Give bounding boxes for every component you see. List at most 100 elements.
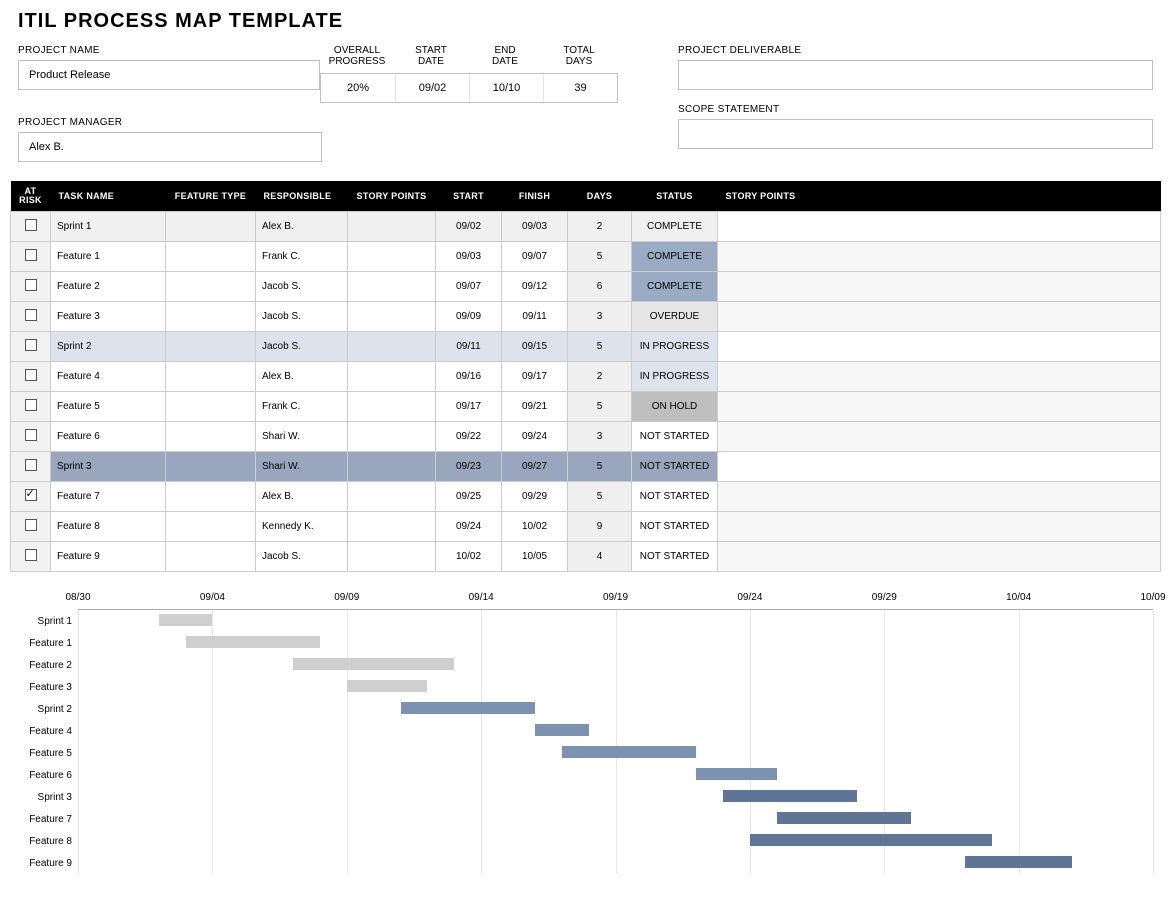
responsible-cell[interactable]: Alex B.: [256, 212, 348, 242]
responsible-cell[interactable]: Alex B.: [256, 362, 348, 392]
responsible-cell[interactable]: Shari W.: [256, 452, 348, 482]
at-risk-cell[interactable]: [11, 452, 51, 482]
responsible-cell[interactable]: Shari W.: [256, 422, 348, 452]
feature-type-cell[interactable]: [166, 422, 256, 452]
responsible-cell[interactable]: Frank C.: [256, 392, 348, 422]
feature-type-cell[interactable]: [166, 302, 256, 332]
responsible-cell[interactable]: Kennedy K.: [256, 512, 348, 542]
story-points-cell[interactable]: [348, 332, 436, 362]
task-name-cell[interactable]: Sprint 1: [51, 212, 166, 242]
story-points-2-cell[interactable]: [718, 542, 1161, 572]
story-points-cell[interactable]: [348, 392, 436, 422]
status-cell[interactable]: OVERDUE: [632, 302, 718, 332]
task-name-cell[interactable]: Feature 4: [51, 362, 166, 392]
responsible-cell[interactable]: Jacob S.: [256, 272, 348, 302]
project-manager-input[interactable]: Alex B.: [18, 132, 322, 162]
responsible-cell[interactable]: Jacob S.: [256, 302, 348, 332]
status-cell[interactable]: IN PROGRESS: [632, 332, 718, 362]
finish-cell[interactable]: 09/07: [502, 242, 568, 272]
story-points-cell[interactable]: [348, 542, 436, 572]
finish-cell[interactable]: 09/29: [502, 482, 568, 512]
task-name-cell[interactable]: Feature 3: [51, 302, 166, 332]
task-name-cell[interactable]: Feature 1: [51, 242, 166, 272]
story-points-2-cell[interactable]: [718, 242, 1161, 272]
start-cell[interactable]: 09/09: [436, 302, 502, 332]
at-risk-cell[interactable]: [11, 272, 51, 302]
story-points-cell[interactable]: [348, 362, 436, 392]
story-points-cell[interactable]: [348, 452, 436, 482]
status-cell[interactable]: NOT STARTED: [632, 422, 718, 452]
responsible-cell[interactable]: Alex B.: [256, 482, 348, 512]
responsible-cell[interactable]: Jacob S.: [256, 542, 348, 572]
start-cell[interactable]: 09/16: [436, 362, 502, 392]
story-points-cell[interactable]: [348, 212, 436, 242]
status-cell[interactable]: NOT STARTED: [632, 482, 718, 512]
at-risk-cell[interactable]: [11, 542, 51, 572]
feature-type-cell[interactable]: [166, 512, 256, 542]
story-points-2-cell[interactable]: [718, 392, 1161, 422]
story-points-2-cell[interactable]: [718, 512, 1161, 542]
at-risk-cell[interactable]: [11, 512, 51, 542]
task-name-cell[interactable]: Feature 7: [51, 482, 166, 512]
story-points-2-cell[interactable]: [718, 302, 1161, 332]
status-cell[interactable]: NOT STARTED: [632, 452, 718, 482]
finish-cell[interactable]: 09/17: [502, 362, 568, 392]
finish-cell[interactable]: 09/03: [502, 212, 568, 242]
finish-cell[interactable]: 09/12: [502, 272, 568, 302]
story-points-cell[interactable]: [348, 242, 436, 272]
task-name-cell[interactable]: Feature 8: [51, 512, 166, 542]
project-name-input[interactable]: Product Release: [18, 60, 320, 90]
story-points-2-cell[interactable]: [718, 272, 1161, 302]
feature-type-cell[interactable]: [166, 542, 256, 572]
start-cell[interactable]: 09/23: [436, 452, 502, 482]
at-risk-cell[interactable]: [11, 362, 51, 392]
feature-type-cell[interactable]: [166, 212, 256, 242]
at-risk-cell[interactable]: [11, 392, 51, 422]
status-cell[interactable]: ON HOLD: [632, 392, 718, 422]
feature-type-cell[interactable]: [166, 242, 256, 272]
feature-type-cell[interactable]: [166, 392, 256, 422]
feature-type-cell[interactable]: [166, 272, 256, 302]
start-cell[interactable]: 10/02: [436, 542, 502, 572]
finish-cell[interactable]: 09/21: [502, 392, 568, 422]
start-cell[interactable]: 09/25: [436, 482, 502, 512]
at-risk-cell[interactable]: [11, 212, 51, 242]
status-cell[interactable]: NOT STARTED: [632, 542, 718, 572]
story-points-2-cell[interactable]: [718, 482, 1161, 512]
at-risk-cell[interactable]: [11, 302, 51, 332]
story-points-cell[interactable]: [348, 512, 436, 542]
feature-type-cell[interactable]: [166, 332, 256, 362]
task-name-cell[interactable]: Sprint 3: [51, 452, 166, 482]
story-points-cell[interactable]: [348, 302, 436, 332]
story-points-cell[interactable]: [348, 272, 436, 302]
responsible-cell[interactable]: Frank C.: [256, 242, 348, 272]
start-cell[interactable]: 09/17: [436, 392, 502, 422]
feature-type-cell[interactable]: [166, 482, 256, 512]
task-name-cell[interactable]: Feature 5: [51, 392, 166, 422]
task-name-cell[interactable]: Sprint 2: [51, 332, 166, 362]
scope-statement-input[interactable]: [678, 119, 1153, 149]
at-risk-cell[interactable]: [11, 332, 51, 362]
story-points-2-cell[interactable]: [718, 212, 1161, 242]
at-risk-cell[interactable]: [11, 242, 51, 272]
story-points-2-cell[interactable]: [718, 332, 1161, 362]
status-cell[interactable]: COMPLETE: [632, 212, 718, 242]
start-cell[interactable]: 09/02: [436, 212, 502, 242]
start-cell[interactable]: 09/22: [436, 422, 502, 452]
task-name-cell[interactable]: Feature 9: [51, 542, 166, 572]
finish-cell[interactable]: 10/05: [502, 542, 568, 572]
task-name-cell[interactable]: Feature 2: [51, 272, 166, 302]
story-points-cell[interactable]: [348, 422, 436, 452]
responsible-cell[interactable]: Jacob S.: [256, 332, 348, 362]
finish-cell[interactable]: 09/24: [502, 422, 568, 452]
start-cell[interactable]: 09/07: [436, 272, 502, 302]
story-points-2-cell[interactable]: [718, 452, 1161, 482]
feature-type-cell[interactable]: [166, 452, 256, 482]
feature-type-cell[interactable]: [166, 362, 256, 392]
finish-cell[interactable]: 09/15: [502, 332, 568, 362]
start-cell[interactable]: 09/11: [436, 332, 502, 362]
story-points-cell[interactable]: [348, 482, 436, 512]
at-risk-cell[interactable]: [11, 422, 51, 452]
task-name-cell[interactable]: Feature 6: [51, 422, 166, 452]
finish-cell[interactable]: 09/11: [502, 302, 568, 332]
